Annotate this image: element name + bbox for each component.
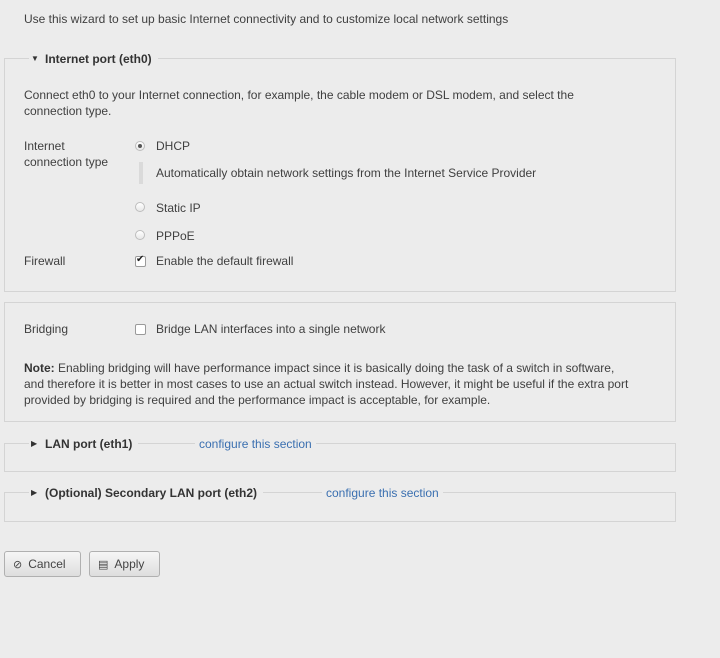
cancel-button[interactable]: ⊘ Cancel <box>4 551 81 577</box>
lan-port-title: LAN port (eth1) <box>45 437 133 451</box>
internet-description-line2: connection type. <box>24 104 112 118</box>
firewall-checkbox[interactable]: ✔ <box>135 254 146 267</box>
internet-description: Connect eth0 to your Internet connection… <box>24 87 574 119</box>
secondary-lan-legend[interactable]: ▶ (Optional) Secondary LAN port (eth2) <box>29 485 264 501</box>
internet-port-title: Internet port (eth0) <box>45 52 152 66</box>
note-label: Note: <box>24 361 55 375</box>
dhcp-label[interactable]: DHCP <box>156 139 190 153</box>
dhcp-radio[interactable] <box>135 141 145 151</box>
caret-right-icon: ▶ <box>31 488 38 497</box>
bridging-option-label[interactable]: Bridge LAN interfaces into a single netw… <box>156 322 385 336</box>
lan-port-section: ▶ LAN port (eth1) <box>4 436 676 472</box>
wizard-intro: Use this wizard to set up basic Internet… <box>24 12 509 26</box>
cancel-button-label: Cancel <box>28 557 66 571</box>
caret-right-icon: ▶ <box>31 439 38 448</box>
secondary-lan-configure-link[interactable]: configure this section <box>322 485 443 501</box>
apply-button-label: Apply <box>114 557 145 571</box>
firewall-option-label[interactable]: Enable the default firewall <box>156 254 293 268</box>
pppoe-radio[interactable] <box>135 230 145 240</box>
caret-down-icon: ▼ <box>31 54 39 63</box>
connection-type-label-line1: Internet <box>24 139 65 153</box>
connection-type-label-line2: connection type <box>24 155 109 169</box>
bridging-checkbox[interactable] <box>135 324 146 335</box>
pppoe-label[interactable]: PPPoE <box>156 229 195 243</box>
hint-bar <box>139 162 143 184</box>
lan-port-legend[interactable]: ▶ LAN port (eth1) <box>29 436 139 452</box>
apply-button[interactable]: ▤ Apply <box>89 551 160 577</box>
note-line1: Enabling bridging will have performance … <box>54 361 615 375</box>
bridging-label: Bridging <box>24 322 69 336</box>
note-line3: provided by bridging is required and the… <box>24 393 491 407</box>
internet-description-line1: Connect eth0 to your Internet connection… <box>24 88 574 102</box>
static-ip-radio[interactable] <box>135 202 145 212</box>
internet-port-legend[interactable]: ▼ Internet port (eth0) <box>29 51 158 67</box>
bridging-note: Note: Enabling bridging will have perfor… <box>24 360 664 408</box>
firewall-label: Firewall <box>24 254 66 268</box>
static-ip-label[interactable]: Static IP <box>156 201 201 215</box>
dhcp-hint: Automatically obtain network settings fr… <box>156 166 537 180</box>
cancel-icon: ⊘ <box>13 558 23 571</box>
lan-configure-link[interactable]: configure this section <box>195 436 316 452</box>
connection-type-label: Internet connection type <box>24 138 108 170</box>
checkmark-icon: ✔ <box>136 254 145 265</box>
note-line2: and therefore it is better in most cases… <box>24 377 629 391</box>
save-icon: ▤ <box>98 558 109 571</box>
secondary-lan-title: (Optional) Secondary LAN port (eth2) <box>45 486 258 500</box>
